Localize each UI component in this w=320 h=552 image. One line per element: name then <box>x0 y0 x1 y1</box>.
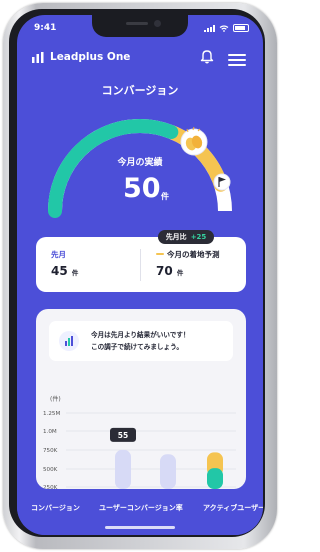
chart-panel: 今月は先月より結果がいいです！ この調子で続けてみましょう。 (件) 1.25M 1… <box>36 309 246 489</box>
tab-conversion[interactable]: コンバージョン <box>31 503 80 513</box>
stats-card: 先月 45 件 今月の着地予測 70 件 <box>36 237 246 292</box>
bar <box>115 449 131 489</box>
stats-divider <box>140 249 141 281</box>
home-indicator[interactable] <box>105 526 175 529</box>
y-tick-label: 1.0M <box>43 429 57 435</box>
y-tick-label: 1.25M <box>43 411 60 417</box>
metric-label: 今月の実績 <box>117 158 163 168</box>
forecast-value-number: 70 <box>156 264 173 278</box>
previous-value-number: 45 <box>51 264 68 278</box>
tab-user-conversion-rate[interactable]: ユーザーコンバージョン率 <box>99 503 183 513</box>
forecast-label: 今月の着地予測 <box>167 250 220 259</box>
flag-icon <box>213 173 231 191</box>
bar-achieved-segment <box>207 468 223 489</box>
data-label: 55 <box>118 431 128 440</box>
y-tick-label: 750K <box>43 448 58 454</box>
comparison-delta: +25 <box>190 233 207 241</box>
y-axis-label: (件) <box>50 395 61 403</box>
forecast-legend-swatch <box>156 253 164 255</box>
forecast-value: 70 件 <box>156 264 183 278</box>
previous-month-value: 45 件 <box>51 264 78 278</box>
metric-value: 50 <box>123 173 161 204</box>
comparison-label: 先月比 <box>165 233 187 241</box>
tab-active-users[interactable]: アクティブユーザー <box>203 503 263 513</box>
app-screen: 9:41 Leadplus One コンバージョン 今月の実績 50 件 先月 … <box>17 15 263 535</box>
y-tick-label: 500K <box>43 467 58 473</box>
conversion-bar-chart: (件)1.25M1.0M750K500K250K55 <box>43 395 236 489</box>
previous-value-unit: 件 <box>71 269 79 277</box>
previous-month-label: 先月 <box>51 250 66 259</box>
bar <box>160 454 176 489</box>
comparison-badge: 先月比 +25 <box>158 230 214 244</box>
metric-unit: 件 <box>161 192 169 201</box>
forecast-value-unit: 件 <box>176 269 184 277</box>
